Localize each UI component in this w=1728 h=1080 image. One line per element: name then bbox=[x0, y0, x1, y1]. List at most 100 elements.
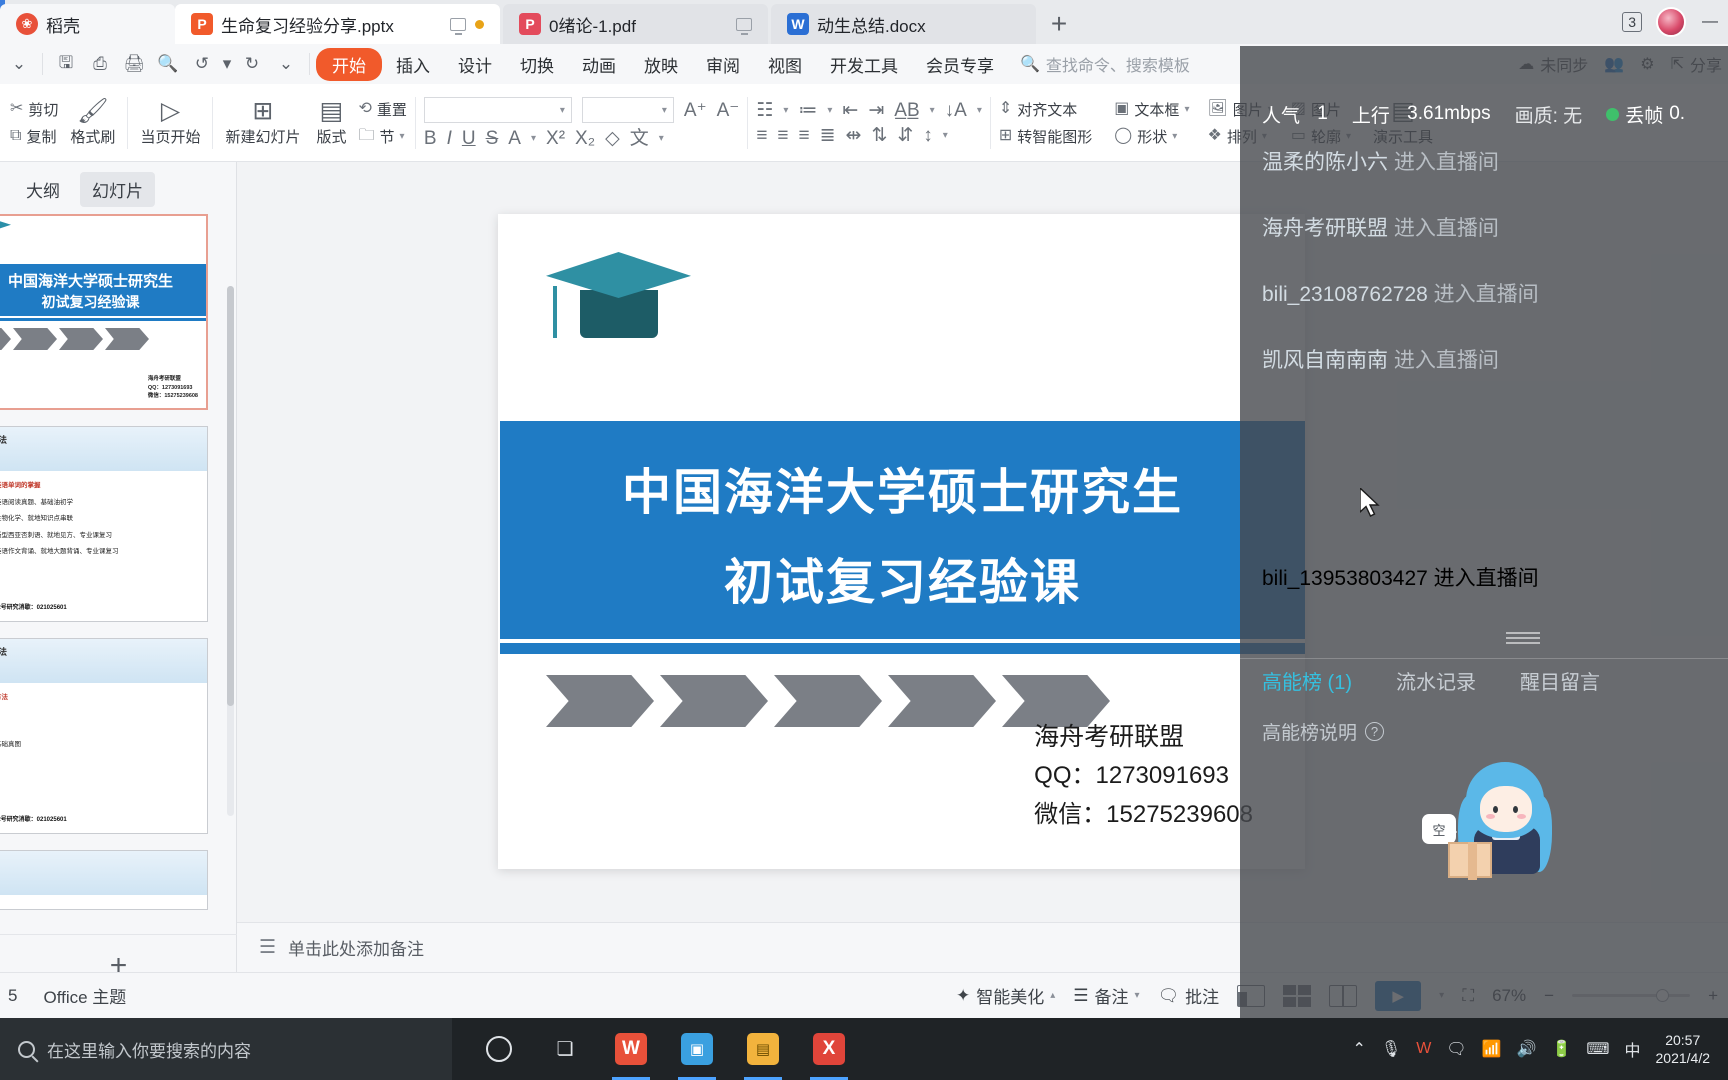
chevron-down-icon[interactable]: ▾ bbox=[1439, 990, 1444, 1001]
chevron-down-icon[interactable]: ▾ bbox=[659, 133, 664, 144]
chevron-up-icon[interactable]: ⌃ bbox=[1352, 1039, 1365, 1059]
underline-button[interactable]: U bbox=[462, 129, 476, 148]
undo-dropdown-icon[interactable]: ▾ bbox=[219, 49, 235, 79]
settings-icon[interactable]: ⚙ bbox=[1640, 54, 1654, 74]
file-explorer-icon[interactable]: ▤ bbox=[732, 1018, 794, 1080]
wps-tray-icon[interactable]: W bbox=[1416, 1040, 1431, 1058]
shape-button[interactable]: ◯ 形状 ▾ bbox=[1114, 126, 1189, 147]
zoom-out-button[interactable]: − bbox=[1544, 986, 1554, 1006]
save-icon[interactable]: 🖫 bbox=[49, 49, 83, 79]
cut-button[interactable]: ✂ 剪切 bbox=[10, 99, 58, 120]
copy-button[interactable]: ⧉ 复制 bbox=[10, 126, 58, 147]
justify-icon[interactable]: ≣ bbox=[820, 126, 836, 145]
new-tab-button[interactable]: + bbox=[1036, 4, 1082, 44]
menu-item-slideshow[interactable]: 放映 bbox=[630, 49, 692, 80]
align-center-icon[interactable]: ≡ bbox=[777, 126, 788, 145]
zoom-in-button[interactable]: + bbox=[1708, 986, 1718, 1006]
taskbar-clock[interactable]: 20:57 2021/4/2 bbox=[1656, 1031, 1717, 1067]
normal-view-button[interactable] bbox=[1237, 984, 1266, 1007]
font-color-button[interactable]: A bbox=[508, 129, 521, 148]
picture-button[interactable]: 🖼 图片 ▾ bbox=[1207, 99, 1272, 120]
line-spacing-icon[interactable]: ↕ bbox=[923, 126, 933, 145]
italic-button[interactable]: I bbox=[447, 129, 452, 148]
slide-credit-block[interactable]: 海舟考研联盟 QQ：1273091693 微信：15275239608 bbox=[1034, 717, 1253, 835]
thumbnail-slide-2[interactable]: 习方法 一、英语单词的掌握 二、英语阅读真题、基础油初学 三、生物化学、就地知识… bbox=[0, 426, 208, 622]
tab-docx[interactable]: W 动生总结.docx bbox=[771, 4, 1036, 44]
menu-item-insert[interactable]: 插入 bbox=[382, 49, 444, 80]
start-from-current-slide-button[interactable]: ▷ 当页开始 bbox=[136, 98, 204, 147]
chevron-down-icon[interactable]: ▾ bbox=[930, 105, 935, 116]
tab-dockery[interactable]: ❀ 稻壳 bbox=[0, 4, 175, 44]
chat-icon[interactable]: 🗨 bbox=[1446, 1039, 1466, 1059]
battery-icon[interactable]: 🔋 bbox=[1551, 1039, 1571, 1059]
x-app-icon[interactable]: X bbox=[798, 1018, 860, 1080]
menu-item-animations[interactable]: 动画 bbox=[568, 49, 630, 80]
thumbnail-slide-4[interactable] bbox=[0, 850, 208, 910]
text-direction-icon[interactable]: A̲B̲ bbox=[894, 101, 919, 120]
chevron-down-icon[interactable]: ▾ bbox=[827, 105, 832, 116]
menu-item-developer[interactable]: 开发工具 bbox=[816, 49, 912, 80]
net-icon[interactable]: 📶 bbox=[1482, 1039, 1502, 1059]
subscript-button[interactable]: X₂ bbox=[575, 129, 595, 148]
bullet-list-icon[interactable]: ☷ bbox=[756, 101, 773, 120]
line-spacing-before-icon[interactable]: ⇅ bbox=[871, 126, 887, 145]
fit-slide-icon[interactable]: ⛶ bbox=[1462, 986, 1474, 1006]
volume-icon[interactable]: 🔊 bbox=[1517, 1039, 1537, 1059]
notes-toggle-button[interactable]: ☰ 备注 ▾ bbox=[1073, 983, 1139, 1008]
thumbnail-scrollbar-track[interactable] bbox=[227, 286, 234, 816]
find-icon[interactable]: 🔍 bbox=[151, 49, 185, 79]
zoom-slider-handle[interactable] bbox=[1656, 989, 1670, 1002]
theme-label[interactable]: Office 主题 bbox=[43, 983, 126, 1008]
reading-view-button[interactable] bbox=[1329, 984, 1358, 1007]
slide-title-band[interactable]: 中国海洋大学硕士研究生 初试复习经验课 bbox=[500, 421, 1305, 639]
layout-button[interactable]: ▤ 版式 bbox=[312, 98, 350, 147]
menu-item-transitions[interactable]: 切换 bbox=[506, 49, 568, 80]
picture-fill-button[interactable]: ▨ 图片 bbox=[1291, 99, 1351, 120]
decrease-font-size-icon[interactable]: A⁻ bbox=[717, 101, 740, 120]
decrease-indent-icon[interactable]: ⇤ bbox=[842, 101, 858, 120]
bold-button[interactable]: B bbox=[424, 129, 437, 148]
wps-icon[interactable]: W bbox=[600, 1018, 662, 1080]
increase-indent-icon[interactable]: ⇥ bbox=[868, 101, 884, 120]
cast-icon[interactable] bbox=[450, 17, 466, 35]
line-spacing-after-icon[interactable]: ⇵ bbox=[897, 126, 913, 145]
align-left-icon[interactable]: ≡ bbox=[756, 126, 767, 145]
section-button[interactable]: 🗀 节 ▾ bbox=[358, 126, 406, 147]
notes-pane[interactable]: ☰ 单击此处添加备注 bbox=[237, 922, 1728, 972]
cast-icon[interactable] bbox=[736, 17, 752, 35]
outline-button[interactable]: ▭ 轮廓 ▾ bbox=[1291, 126, 1351, 147]
align-right-icon[interactable]: ≡ bbox=[799, 126, 810, 145]
chevron-down-icon[interactable]: ⌄ bbox=[2, 49, 36, 79]
menu-item-view[interactable]: 视图 bbox=[754, 49, 816, 80]
undo-icon[interactable]: ↺ bbox=[185, 49, 219, 79]
menu-item-design[interactable]: 设计 bbox=[444, 49, 506, 80]
menu-item-home[interactable]: 开始 bbox=[316, 47, 382, 81]
slide-sorter-view-button[interactable] bbox=[1283, 984, 1312, 1007]
thumbnail-slide-3[interactable]: 习方法 复习方法 97 一法 四、基础真图 五 六十 七五 大学22号研究消歇：… bbox=[0, 638, 208, 834]
format-painter-button[interactable]: 🖌 格式刷 bbox=[66, 98, 119, 147]
chevron-down-icon[interactable]: ▾ bbox=[783, 105, 788, 116]
zoom-level-label[interactable]: 67% bbox=[1492, 986, 1526, 1006]
chevron-down-icon[interactable]: ▾ bbox=[531, 133, 536, 144]
taskbar-search-input[interactable]: 在这里输入你要搜索的内容 bbox=[0, 1018, 452, 1080]
command-search[interactable]: 🔍 查找命令、搜索模板 bbox=[1020, 52, 1190, 76]
ime-icon[interactable]: ⌨ bbox=[1586, 1039, 1609, 1059]
share-button[interactable]: ⇱ 分享 bbox=[1671, 52, 1722, 76]
menu-item-member[interactable]: 会员专享 bbox=[912, 49, 1008, 80]
tab-slides[interactable]: 幻灯片 bbox=[80, 172, 155, 207]
thumbnail-list[interactable]: 中国海洋大学硕士研究生 初试复习经验课 海舟考研联盟 QQ：1273091693… bbox=[0, 214, 237, 934]
minimize-button[interactable]: — bbox=[1700, 13, 1720, 31]
tab-outline[interactable]: 大纲 bbox=[14, 172, 72, 207]
reset-button[interactable]: ⟲ 重置 bbox=[358, 99, 406, 120]
live-app-icon[interactable]: ▣ bbox=[666, 1018, 728, 1080]
quick-access-more-icon[interactable]: ⌄ bbox=[269, 49, 303, 79]
sort-icon[interactable]: ↓A bbox=[945, 101, 967, 120]
collaborate-icon[interactable]: 👥 bbox=[1604, 54, 1624, 74]
start-slideshow-button[interactable]: ▶ bbox=[1375, 980, 1422, 1011]
open-documents-count[interactable]: 3 bbox=[1622, 12, 1642, 32]
zoom-slider[interactable] bbox=[1572, 989, 1691, 1002]
ime-mode-label[interactable]: 中 bbox=[1624, 1037, 1640, 1061]
present-tool-button[interactable]: ▤ 演示工具 bbox=[1369, 98, 1437, 147]
tab-pptx[interactable]: P 生命复习经验分享.pptx bbox=[175, 4, 500, 44]
chevron-down-icon[interactable]: ▾ bbox=[977, 105, 982, 116]
